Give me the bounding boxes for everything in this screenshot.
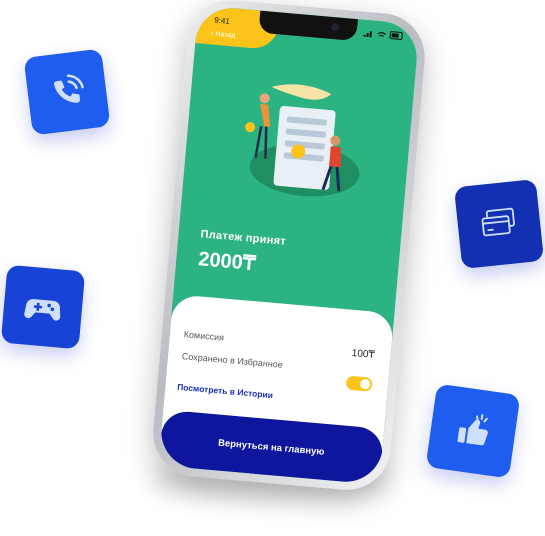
- credit-cards-icon: [481, 207, 515, 237]
- details-card: Комиссия 100₸ Сохранено в Избранное Посм…: [158, 294, 395, 485]
- thumbs-up-icon: [457, 414, 488, 446]
- payment-amount: 2000₸: [197, 248, 257, 276]
- commission-label: Комиссия: [183, 329, 225, 343]
- wifi-icon: [377, 31, 387, 37]
- signal-icon: [363, 30, 372, 37]
- gaming-tile: [0, 264, 86, 350]
- commission-value: 100₸: [351, 347, 376, 361]
- saved-favorites-label: Сохранено в Избранное: [181, 351, 284, 370]
- payment-illustration: [245, 84, 360, 197]
- payment-status-title: Платеж принят: [200, 228, 287, 248]
- phone-call-icon: [53, 74, 84, 103]
- view-history-link[interactable]: Посмотреть в Истории: [177, 382, 274, 400]
- phone-frame: 9:41 ‹ Назад Платеж принят 2000₸ Комисси…: [149, 0, 429, 494]
- battery-icon: [389, 30, 403, 41]
- saved-favorites-toggle[interactable]: [345, 375, 373, 392]
- phone-call-tile: [23, 48, 111, 136]
- status-icons: [363, 29, 403, 41]
- status-time: 9:41: [213, 15, 231, 26]
- return-home-button[interactable]: Вернуться на главную: [158, 409, 385, 485]
- cards-tile: [453, 178, 545, 270]
- gamepad-icon: [24, 299, 61, 321]
- phone-screen: 9:41 ‹ Назад Платеж принят 2000₸ Комисси…: [158, 5, 420, 485]
- camera-icon: [330, 22, 340, 32]
- likes-tile: [425, 383, 521, 479]
